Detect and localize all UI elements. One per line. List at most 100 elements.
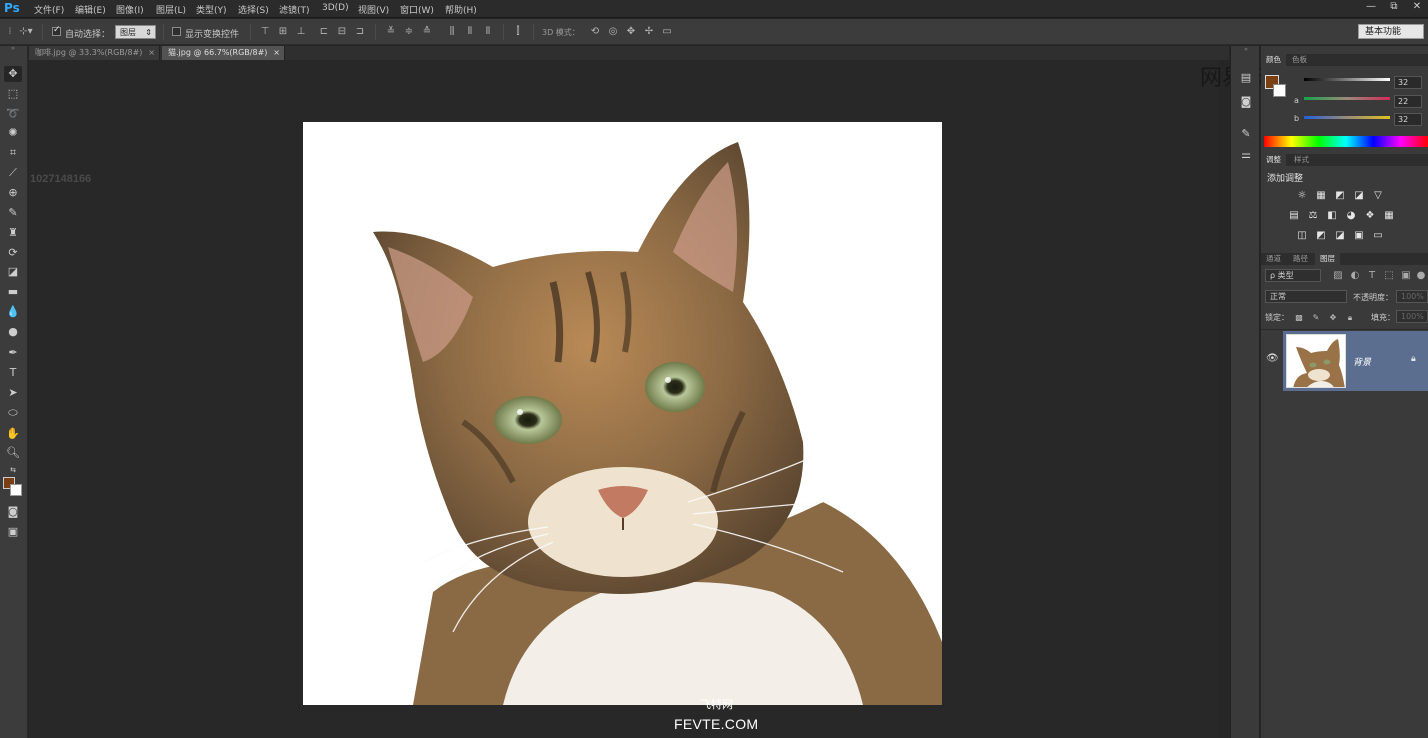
quick-select-tool-icon[interactable]: ✺	[4, 125, 22, 141]
lock-all-icon[interactable]: 🔒︎	[1345, 313, 1355, 323]
channel-mixer-icon[interactable]: ❖	[1364, 210, 1376, 221]
eraser-tool-icon[interactable]: ◪	[4, 264, 22, 280]
tab-styles[interactable]: 样式	[1289, 154, 1314, 166]
menu-image[interactable]: 图像(I)	[116, 3, 144, 16]
lock-image-icon[interactable]: ✎	[1311, 313, 1321, 323]
distribute-left-icon[interactable]: ⫼	[446, 26, 458, 38]
eye-visibility-icon[interactable]: 👁︎	[1266, 353, 1279, 364]
distribute-top-icon[interactable]: ≚	[385, 26, 397, 38]
dodge-tool-icon[interactable]: ●	[4, 324, 22, 340]
align-left-icon[interactable]: ⊏	[318, 26, 330, 38]
menu-edit[interactable]: 编辑(E)	[75, 3, 106, 16]
show-transform-controls-checkbox[interactable]	[172, 27, 181, 36]
distribute-hcenter-icon[interactable]: ⦀	[464, 26, 476, 38]
tab-cat[interactable]: 猫.jpg @ 66.7%(RGB/8#) ×	[162, 46, 285, 60]
a-value[interactable]: 22	[1394, 95, 1422, 108]
type-tool-icon[interactable]: T	[4, 365, 22, 381]
curves-icon[interactable]: ◩	[1334, 190, 1346, 201]
blend-mode-dropdown[interactable]: 正常	[1265, 290, 1347, 303]
lock-transparent-icon[interactable]: ▩	[1294, 313, 1304, 323]
brush-tool-icon[interactable]: ✎	[4, 205, 22, 221]
opacity-field[interactable]: 100%	[1396, 290, 1428, 303]
workspace-dropdown[interactable]: 基本功能	[1358, 24, 1424, 39]
crop-tool-icon[interactable]: ⌗	[4, 145, 22, 161]
filter-pixel-icon[interactable]: ▨	[1332, 270, 1344, 281]
gradient-map-icon[interactable]: ▭	[1372, 230, 1384, 241]
auto-align-icon[interactable]: ⫿	[512, 26, 524, 38]
hand-tool-icon[interactable]: ✋	[4, 426, 22, 442]
document-canvas[interactable]	[303, 122, 942, 705]
3d-slide-icon[interactable]: ✢	[643, 26, 655, 38]
color-lookup-icon[interactable]: ▦	[1383, 210, 1395, 221]
3d-rotate-icon[interactable]: ⟲	[589, 26, 601, 38]
close-tab-icon[interactable]: ×	[273, 46, 280, 60]
tab-paths[interactable]: 路径	[1288, 253, 1313, 265]
lightness-value[interactable]: 32	[1394, 76, 1422, 89]
vibrance-icon[interactable]: ▽	[1372, 190, 1384, 201]
menu-window[interactable]: 窗口(W)	[400, 3, 434, 16]
layer-name[interactable]: 背景	[1353, 355, 1371, 368]
menu-filter[interactable]: 滤镜(T)	[279, 3, 310, 16]
a-slider[interactable]	[1304, 97, 1390, 100]
brush-presets-icon[interactable]: ⚌	[1239, 148, 1253, 162]
tab-channels[interactable]: 通道	[1261, 253, 1286, 265]
blur-tool-icon[interactable]: 💧	[4, 304, 22, 320]
menu-3d[interactable]: 3D(D)	[322, 3, 349, 13]
auto-select-target-dropdown[interactable]: 图层 ⇕	[115, 25, 156, 39]
ellipse-tool-icon[interactable]: ⬭	[4, 405, 22, 421]
exposure-icon[interactable]: ◪	[1353, 190, 1365, 201]
screen-mode-icon[interactable]: ▣	[4, 524, 22, 540]
tab-color[interactable]: 颜色	[1261, 54, 1286, 66]
pen-tool-icon[interactable]: ✒	[4, 345, 22, 361]
layer-filter-dropdown[interactable]: ρ 类型	[1265, 269, 1321, 282]
selective-color-icon[interactable]: ▣	[1353, 230, 1365, 241]
distribute-right-icon[interactable]: ⫴	[482, 26, 494, 38]
align-vcenter-icon[interactable]: ⊞	[277, 26, 289, 38]
lock-position-icon[interactable]: ✥	[1328, 313, 1338, 323]
brush-panel-icon[interactable]: ✎	[1239, 127, 1253, 141]
filter-type-icon[interactable]: T	[1366, 270, 1378, 281]
collapse-icon[interactable]: »	[4, 46, 22, 52]
b-value[interactable]: 32	[1394, 113, 1422, 126]
distribute-bottom-icon[interactable]: ≙	[421, 26, 433, 38]
auto-select-checkbox[interactable]	[52, 25, 61, 36]
properties-panel-icon[interactable]: ◙	[1239, 95, 1253, 109]
menu-view[interactable]: 视图(V)	[358, 3, 389, 16]
tab-layers[interactable]: 图层	[1315, 253, 1340, 265]
background-color-swatch[interactable]	[10, 484, 22, 496]
healing-brush-tool-icon[interactable]: ⊕	[4, 185, 22, 201]
filter-smart-object-icon[interactable]: ▣	[1400, 270, 1412, 281]
posterize-icon[interactable]: ◩	[1315, 230, 1327, 241]
distribute-vcenter-icon[interactable]: ≑	[403, 26, 415, 38]
lightness-slider[interactable]	[1304, 78, 1390, 81]
threshold-icon[interactable]: ◪	[1334, 230, 1346, 241]
tab-coffee[interactable]: 咖啡.jpg @ 33.3%(RGB/8#) ×	[29, 46, 160, 60]
path-selection-tool-icon[interactable]: ➤	[4, 385, 22, 401]
move-tool-icon[interactable]: ✥	[4, 66, 22, 82]
collapse-dock-icon[interactable]: «	[1239, 46, 1253, 54]
photo-filter-icon[interactable]: ◕	[1345, 210, 1357, 221]
menu-file[interactable]: 文件(F)	[34, 3, 64, 16]
b-slider[interactable]	[1304, 116, 1390, 119]
gradient-tool-icon[interactable]: ▬	[4, 284, 22, 300]
align-hcenter-icon[interactable]: ⊟	[336, 26, 348, 38]
invert-icon[interactable]: ◫	[1296, 230, 1308, 241]
minimize-button[interactable]: —	[1360, 0, 1382, 14]
black-white-icon[interactable]: ◧	[1326, 210, 1338, 221]
clone-stamp-tool-icon[interactable]: ♜	[4, 225, 22, 241]
filter-shape-icon[interactable]: ⬚	[1383, 270, 1395, 281]
history-brush-tool-icon[interactable]: ⟳	[4, 245, 22, 261]
marquee-tool-icon[interactable]: ⬚	[4, 86, 22, 102]
3d-pan-icon[interactable]: ✥	[625, 26, 637, 38]
menu-type[interactable]: 类型(Y)	[196, 3, 227, 16]
menu-select[interactable]: 选择(S)	[238, 3, 269, 16]
filter-toggle-icon[interactable]: ●	[1415, 270, 1427, 281]
align-right-icon[interactable]: ⊐	[354, 26, 366, 38]
brightness-contrast-icon[interactable]: ☼	[1296, 190, 1308, 201]
lasso-tool-icon[interactable]: ➰	[4, 106, 22, 122]
swap-colors-icon[interactable]: ⇆	[4, 462, 22, 478]
eyedropper-tool-icon[interactable]: ⟋	[4, 165, 22, 181]
color-spectrum-bar[interactable]	[1264, 136, 1428, 147]
close-button[interactable]: ✕	[1406, 0, 1428, 14]
menu-help[interactable]: 帮助(H)	[445, 3, 477, 16]
